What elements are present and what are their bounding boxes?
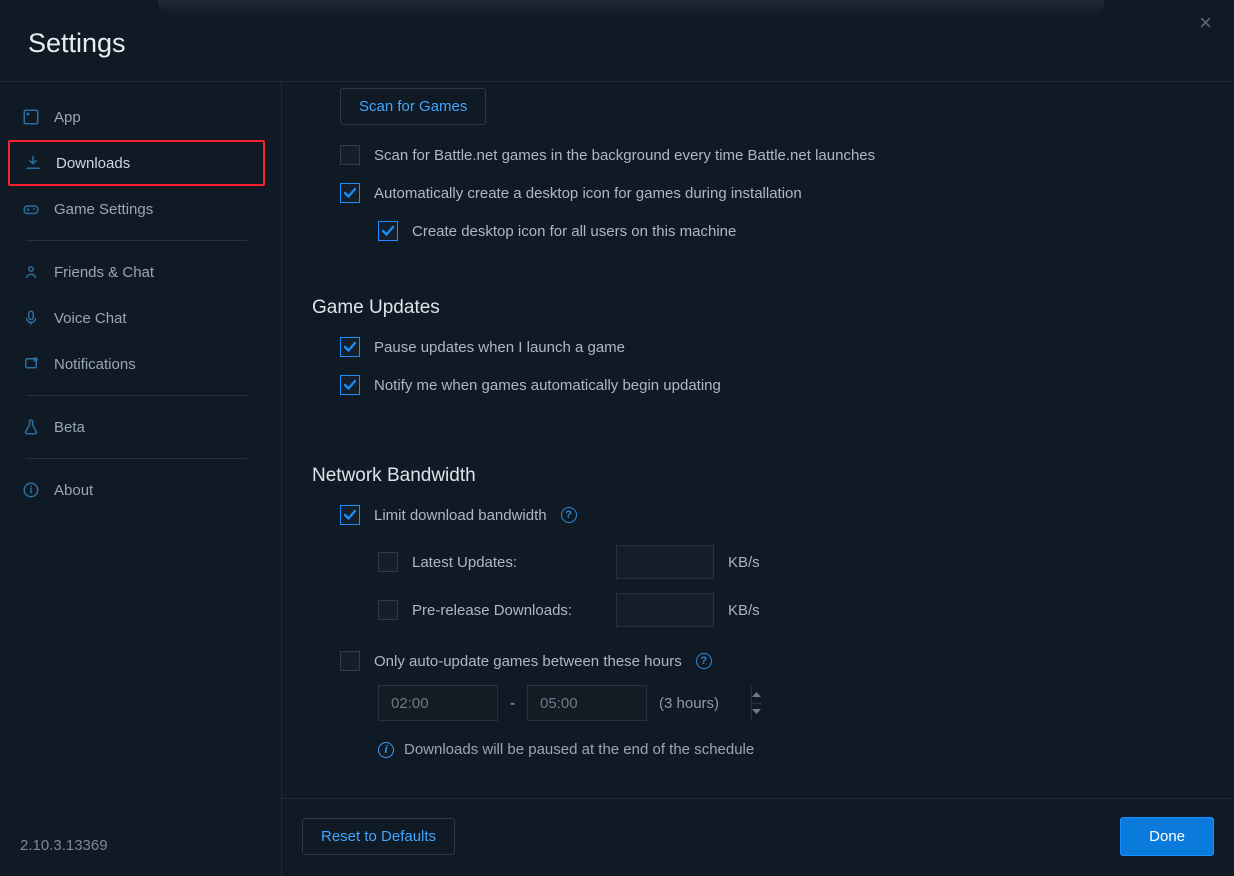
microphone-icon bbox=[22, 309, 40, 327]
sidebar-item-label: Notifications bbox=[54, 356, 136, 373]
close-button[interactable]: × bbox=[1191, 6, 1220, 40]
sidebar-item-label: About bbox=[54, 482, 93, 499]
section-heading-bandwidth: Network Bandwidth bbox=[312, 465, 1234, 487]
sidebar-item-beta[interactable]: Beta bbox=[8, 404, 265, 450]
download-icon bbox=[24, 154, 42, 172]
spinner-up[interactable] bbox=[752, 686, 761, 704]
option-label: Notify me when games automatically begin… bbox=[374, 377, 721, 394]
duration-label: (3 hours) bbox=[659, 695, 719, 712]
sidebar-item-about[interactable]: About bbox=[8, 467, 265, 513]
info-icon: i bbox=[378, 742, 394, 758]
main-container: App Downloads Game Settings Friends & Ch… bbox=[0, 82, 1234, 876]
time-from[interactable] bbox=[378, 685, 498, 721]
scan-for-games-button[interactable]: Scan for Games bbox=[340, 88, 486, 125]
version-label: 2.10.3.13369 bbox=[0, 837, 281, 876]
checkbox-scan-background[interactable] bbox=[340, 145, 360, 165]
sidebar-item-game-settings[interactable]: Game Settings bbox=[8, 186, 265, 232]
unit-label: KB/s bbox=[728, 554, 760, 571]
reset-defaults-button[interactable]: Reset to Defaults bbox=[302, 818, 455, 855]
help-icon[interactable]: ? bbox=[561, 507, 577, 523]
option-label: Limit download bandwidth bbox=[374, 507, 547, 524]
main-panel: Scan for Games Scan for Battle.net games… bbox=[282, 82, 1234, 876]
sidebar-item-label: Beta bbox=[54, 419, 85, 436]
latest-updates-input[interactable] bbox=[616, 545, 714, 579]
checkbox-desktop-icon-all[interactable] bbox=[378, 221, 398, 241]
gamepad-icon bbox=[22, 200, 40, 218]
sidebar: App Downloads Game Settings Friends & Ch… bbox=[0, 82, 282, 876]
option-label: Create desktop icon for all users on thi… bbox=[412, 223, 736, 240]
app-icon bbox=[22, 108, 40, 126]
sidebar-item-voice-chat[interactable]: Voice Chat bbox=[8, 295, 265, 341]
unit-label: KB/s bbox=[728, 602, 760, 619]
notification-icon bbox=[22, 355, 40, 373]
settings-header: Settings × bbox=[0, 0, 1234, 82]
sidebar-item-label: Voice Chat bbox=[54, 310, 127, 327]
section-heading-game-updates: Game Updates bbox=[312, 297, 1234, 319]
sidebar-item-downloads[interactable]: Downloads bbox=[8, 140, 265, 186]
sidebar-item-notifications[interactable]: Notifications bbox=[8, 341, 265, 387]
checkbox-desktop-icon[interactable] bbox=[340, 183, 360, 203]
option-label: Pause updates when I launch a game bbox=[374, 339, 625, 356]
checkbox-limit-bandwidth[interactable] bbox=[340, 505, 360, 525]
sidebar-scroll: App Downloads Game Settings Friends & Ch… bbox=[0, 82, 281, 837]
spinner-down[interactable] bbox=[752, 704, 761, 721]
footer: Reset to Defaults Done bbox=[282, 798, 1234, 876]
sidebar-item-label: Downloads bbox=[56, 155, 130, 172]
checkbox-latest-updates[interactable] bbox=[378, 552, 398, 572]
help-icon[interactable]: ? bbox=[696, 653, 712, 669]
time-to[interactable] bbox=[527, 685, 647, 721]
content-scroll[interactable]: Scan for Games Scan for Battle.net games… bbox=[282, 82, 1234, 798]
checkbox-schedule[interactable] bbox=[340, 651, 360, 671]
friends-icon bbox=[22, 263, 40, 281]
sidebar-divider bbox=[26, 240, 247, 241]
checkbox-pause-updates[interactable] bbox=[340, 337, 360, 357]
option-label: Pre-release Downloads: bbox=[412, 602, 602, 619]
option-label: Scan for Battle.net games in the backgro… bbox=[374, 147, 875, 164]
checkbox-notify-updates[interactable] bbox=[340, 375, 360, 395]
sidebar-item-label: Friends & Chat bbox=[54, 264, 154, 281]
sidebar-divider bbox=[26, 458, 247, 459]
sidebar-item-app[interactable]: App bbox=[8, 94, 265, 140]
option-label: Latest Updates: bbox=[412, 554, 602, 571]
page-title: Settings bbox=[28, 28, 1234, 59]
option-label: Automatically create a desktop icon for … bbox=[374, 185, 802, 202]
info-icon bbox=[22, 481, 40, 499]
window-topbar bbox=[158, 0, 1104, 16]
sidebar-item-label: Game Settings bbox=[54, 201, 153, 218]
time-separator: - bbox=[510, 695, 515, 712]
done-button[interactable]: Done bbox=[1120, 817, 1214, 856]
sidebar-item-friends-chat[interactable]: Friends & Chat bbox=[8, 249, 265, 295]
spinner[interactable] bbox=[751, 686, 761, 720]
option-label: Only auto-update games between these hou… bbox=[374, 653, 682, 670]
checkbox-prerelease[interactable] bbox=[378, 600, 398, 620]
info-text: Downloads will be paused at the end of t… bbox=[404, 741, 754, 758]
sidebar-item-label: App bbox=[54, 109, 81, 126]
prerelease-input[interactable] bbox=[616, 593, 714, 627]
sidebar-divider bbox=[26, 395, 247, 396]
flask-icon bbox=[22, 418, 40, 436]
